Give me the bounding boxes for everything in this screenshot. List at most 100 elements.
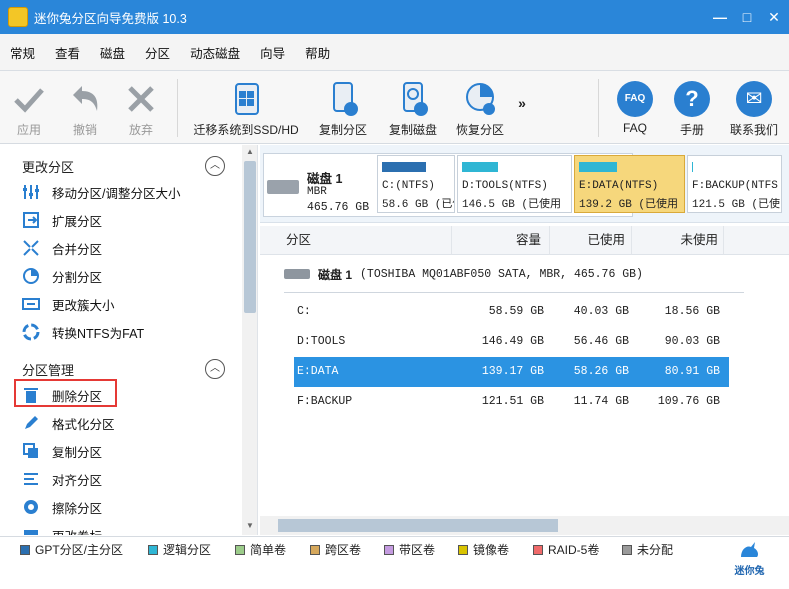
section-manage-partition-title: 分区管理 [22, 363, 75, 378]
partition-block-name: E:DATA(NTFS) [579, 180, 659, 192]
legend-bar: GPT分区/主分区 逻辑分区 简单卷 跨区卷 带区卷 镜像卷 RAID-5卷 未… [0, 536, 789, 589]
disk-type: MBR [307, 186, 327, 198]
undo-arrow-icon [73, 86, 98, 111]
wipe-icon [24, 500, 38, 514]
scroll-down-arrow-icon[interactable]: ▼ [242, 519, 257, 533]
cell-used: 58.26 GB [573, 365, 629, 378]
title-bar: 迷你兔分区向导免费版 10.3 — □ ✕ [0, 0, 789, 34]
checkmark-icon [14, 88, 44, 113]
table-row[interactable]: C: 58.59 GB 40.03 GB 18.56 GB [295, 297, 728, 327]
sidebar-item-change-label[interactable]: 更改卷标 [22, 524, 102, 535]
sidebar-item-extend[interactable]: 扩展分区 [22, 209, 102, 231]
align-icon [24, 473, 38, 485]
legend-label: GPT分区/主分区 [35, 543, 124, 557]
sidebar-item-format[interactable]: 格式化分区 [22, 412, 115, 434]
partition-block-e-data[interactable]: E:DATA(NTFS) 139.2 GB (已使用 [574, 155, 685, 213]
partition-block-c[interactable]: C:(NTFS) 58.6 GB (已使用 [377, 155, 455, 213]
sidebar-item-label: 对齐分区 [52, 473, 103, 488]
sidebar-item-convert-ntfs-fat[interactable]: 转换NTFS为FAT [22, 321, 144, 343]
discard-button[interactable]: 放弃 [120, 81, 162, 139]
migrate-os-icon [235, 83, 259, 115]
undo-button[interactable]: 撤销 [64, 81, 106, 139]
partition-block-detail: 121.5 GB (已使 [692, 199, 781, 211]
sidebar-item-label: 扩展分区 [52, 214, 103, 229]
sidebar-item-label: 合并分区 [52, 242, 103, 257]
recover-partition-button[interactable]: 恢复分区 [452, 81, 508, 139]
scroll-up-arrow-icon[interactable]: ▲ [242, 145, 257, 159]
column-header-capacity[interactable]: 容量 [452, 226, 550, 255]
cell-partition: D:TOOLS [297, 335, 346, 348]
sidebar-item-split[interactable]: 分割分区 [22, 265, 102, 287]
menu-help[interactable]: 帮助 [305, 43, 330, 62]
menu-wizard[interactable]: 向导 [260, 43, 285, 62]
legend-swatch [310, 544, 320, 555]
legend-swatch [20, 544, 30, 555]
partition-block-detail: 139.2 GB (已使用 [579, 199, 679, 211]
sidebar-item-label: 更改簇大小 [52, 298, 115, 313]
recover-partition-label: 恢复分区 [455, 123, 504, 137]
menu-dynamic-disk[interactable]: 动态磁盘 [190, 43, 240, 62]
sidebar-item-copy[interactable]: 复制分区 [22, 440, 102, 462]
apply-button[interactable]: 应用 [8, 81, 50, 139]
sidebar-item-align[interactable]: 对齐分区 [22, 468, 102, 490]
partition-block-d-tools[interactable]: D:TOOLS(NTFS) 146.5 GB (已使用 [457, 155, 572, 213]
legend-simple: 简单卷 [235, 541, 286, 558]
copy-disk-button[interactable]: 复制磁盘 [382, 81, 444, 139]
menu-general[interactable]: 常规 [10, 43, 35, 62]
faq-button[interactable]: FAQ FAQ [614, 81, 656, 139]
table-row-selected[interactable]: E:DATA 139.17 GB 58.26 GB 80.91 GB [294, 357, 729, 387]
table-horizontal-scrollbar[interactable] [260, 516, 789, 535]
collapse-chevron-up-icon[interactable]: ︿ [205, 156, 225, 176]
maximize-button[interactable]: □ [737, 7, 757, 27]
manual-button[interactable]: ? 手册 [671, 81, 713, 139]
undo-label: 撤销 [72, 123, 97, 137]
horizontal-scroll-thumb[interactable] [278, 519, 558, 532]
cell-unused: 109.76 GB [657, 395, 720, 408]
sidebar-scroll-thumb[interactable] [244, 161, 256, 313]
disk-header-row[interactable]: 磁盘 1 (TOSHIBA MQ01ABF050 SATA, MBR, 465.… [284, 264, 643, 284]
operations-sidebar: 更改分区 ︿ 移动分区/调整分区大小 扩展分区 合并分区 分割分区 更改簇大小 … [0, 145, 258, 535]
sidebar-item-wipe[interactable]: 擦除分区 [22, 496, 102, 518]
hard-drive-icon [267, 180, 299, 194]
sidebar-item-label: 更改卷标 [52, 526, 102, 536]
legend-swatch [622, 544, 632, 555]
table-row[interactable]: D:TOOLS 146.49 GB 56.46 GB 90.03 GB [295, 327, 728, 357]
collapse-chevron-up-icon[interactable]: ︿ [205, 359, 225, 379]
menu-disk[interactable]: 磁盘 [100, 43, 125, 62]
table-row[interactable]: F:BACKUP 121.51 GB 11.74 GB 109.76 GB [295, 387, 728, 417]
legend-mirrored: 镜像卷 [458, 541, 509, 558]
sidebar-item-label: 转换NTFS为FAT [52, 326, 145, 341]
menu-view[interactable]: 查看 [55, 43, 80, 62]
cell-unused: 90.03 GB [664, 335, 720, 348]
cell-partition: C: [297, 305, 311, 318]
copy-partition-label: 复制分区 [318, 123, 367, 137]
column-header-partition[interactable]: 分区 [260, 226, 452, 255]
mail-icon: ✉ [736, 81, 772, 117]
minimize-button[interactable]: — [710, 7, 730, 27]
merge-partition-icon [23, 240, 39, 256]
legend-label: 镜像卷 [473, 543, 510, 557]
rabbit-logo-icon [740, 542, 758, 557]
sidebar-item-cluster-size[interactable]: 更改簇大小 [22, 293, 115, 315]
column-header-unused[interactable]: 未使用 [632, 226, 724, 255]
copy-partition-button[interactable]: 复制分区 [312, 81, 374, 139]
column-header-used[interactable]: 已使用 [550, 226, 632, 255]
close-button[interactable]: ✕ [764, 7, 784, 27]
cell-unused: 80.91 GB [664, 365, 720, 378]
recover-partition-icon [466, 83, 495, 115]
hard-drive-icon [284, 269, 310, 279]
faq-label: FAQ [622, 121, 647, 135]
sidebar-item-merge[interactable]: 合并分区 [22, 237, 102, 259]
disk-name: 磁盘 1 [307, 172, 343, 186]
menu-bar: 常规 查看 磁盘 分区 动态磁盘 向导 帮助 [0, 34, 789, 71]
partition-block-f-backup[interactable]: F:BACKUP(NTFS 121.5 GB (已使 [687, 155, 782, 213]
cell-capacity: 121.51 GB [481, 395, 544, 408]
contact-us-button[interactable]: ✉ 联系我们 [726, 81, 782, 139]
migrate-os-button[interactable]: 迁移系统到SSD/HD [190, 81, 302, 139]
partition-block-name: F:BACKUP(NTFS [692, 180, 778, 192]
legend-logical: 逻辑分区 [148, 541, 211, 558]
menu-partition[interactable]: 分区 [145, 43, 170, 62]
cell-capacity: 146.49 GB [481, 335, 544, 348]
cell-capacity: 139.17 GB [481, 365, 544, 378]
sidebar-item-move-resize[interactable]: 移动分区/调整分区大小 [22, 181, 180, 203]
